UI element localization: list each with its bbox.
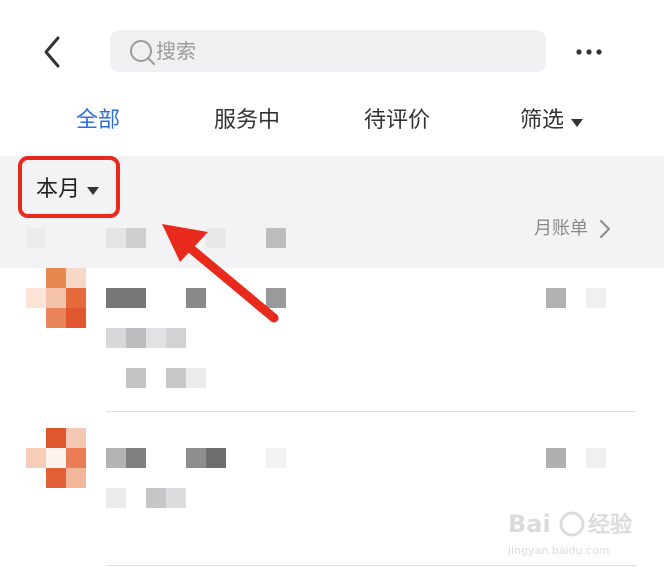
avatar [66,468,86,488]
tab-filter[interactable]: 筛选 [520,106,564,136]
svg-text:Bai: Bai [508,510,551,538]
blurred-date [186,368,206,388]
avatar [26,288,46,308]
tab-in-service[interactable]: 服务中 [214,106,280,136]
blurred-subtitle [166,328,186,348]
avatar [46,268,66,288]
blurred-title [106,448,126,468]
search-icon [130,40,155,65]
watermark-logo: Bai 经验 jingyan.baidu.com [507,510,632,557]
blurred-date [166,368,186,388]
avatar [66,448,86,468]
avatar [66,268,86,288]
blurred-title [186,448,206,468]
blurred-amount [546,448,566,468]
avatar [46,288,66,308]
tab-pending-review[interactable]: 待评价 [364,106,430,136]
blurred-summary [126,228,146,248]
blurred-title [126,448,146,468]
svg-text:经验: 经验 [588,512,632,538]
svg-text:jingyan.baidu.com: jingyan.baidu.com [507,544,610,557]
caret-down-icon [571,119,583,127]
blurred-title [206,448,226,468]
avatar [46,468,66,488]
blurred-subtitle [126,328,146,348]
chevron-right-icon[interactable] [598,218,612,240]
avatar [66,308,86,328]
monthly-bill-link[interactable]: 月账单 [534,216,588,242]
highlight-annotation [18,156,120,218]
blurred-amount [586,288,606,308]
tab-all[interactable]: 全部 [76,106,120,136]
blurred-title [106,288,146,308]
blurred-summary [26,228,46,248]
avatar [66,428,86,448]
blurred-title [266,448,286,468]
blurred-amount [546,288,566,308]
blurred-summary [106,228,126,248]
blurred-subtitle [146,328,166,348]
blurred-subtitle [106,488,126,508]
divider [106,565,636,566]
blurred-subtitle [146,488,166,508]
avatar [26,448,46,468]
search-placeholder: 搜索 [156,39,196,63]
blurred-amount [586,448,606,468]
avatar [46,448,66,468]
avatar [46,428,66,448]
back-arrow-icon[interactable] [36,32,72,72]
blurred-subtitle [166,488,186,508]
more-icon[interactable] [572,40,606,64]
avatar [46,308,66,328]
blurred-date [126,368,146,388]
avatar [66,288,86,308]
annotation-arrow [162,224,279,323]
blurred-subtitle [106,328,126,348]
